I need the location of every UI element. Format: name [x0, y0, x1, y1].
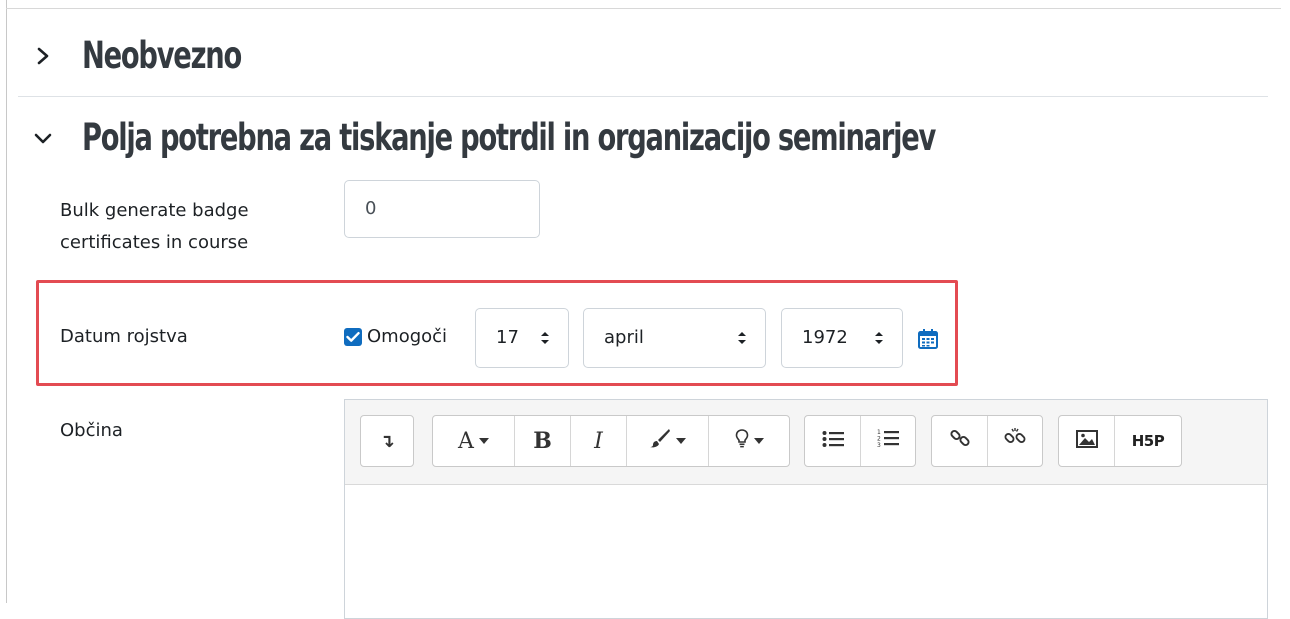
day-select[interactable]: 17 — [475, 308, 569, 368]
section-title-certificates[interactable]: Polja potrebna za tiskanje potrdil in or… — [82, 116, 936, 159]
link-icon — [949, 427, 971, 455]
collapse-button[interactable]: ↴ — [361, 416, 413, 466]
month-select[interactable]: april — [583, 308, 766, 368]
enable-checkbox[interactable] — [344, 327, 362, 346]
municipality-label: Občina — [60, 420, 123, 441]
section-header-optional[interactable]: Neobvezno — [32, 34, 276, 77]
font-icon: A — [458, 428, 474, 454]
enable-toggle[interactable]: Omogoči — [344, 326, 447, 347]
toolbar-group-links — [931, 415, 1043, 467]
italic-button[interactable]: I — [571, 416, 627, 466]
caret-down-icon — [478, 438, 489, 444]
select-arrows-icon — [540, 309, 550, 367]
italic-icon: I — [594, 428, 603, 454]
year-select[interactable]: 1972 — [781, 308, 903, 368]
municipality-editor[interactable]: ↴ A B I 1 2 3 H5P — [344, 399, 1268, 619]
toolbar-group-media: H5P — [1058, 415, 1182, 467]
section-header-certificates[interactable]: Polja potrebna za tiskanje potrdil in or… — [32, 116, 1122, 159]
section-divider — [18, 96, 1268, 97]
toolbar-group-format: A B I — [432, 415, 790, 467]
bold-button[interactable]: B — [515, 416, 571, 466]
highlight-button[interactable] — [709, 416, 789, 466]
h5p-icon: H5P — [1131, 432, 1165, 450]
collapse-icon: ↴ — [379, 430, 395, 452]
numbered-list-button[interactable]: 123 — [861, 416, 915, 466]
link-button[interactable] — [932, 416, 988, 466]
numbered-list-icon: 123 — [877, 428, 899, 454]
calendar-icon[interactable] — [917, 328, 939, 350]
text-color-button[interactable] — [627, 416, 709, 466]
enable-label[interactable]: Omogoči — [367, 326, 447, 347]
bold-icon: B — [533, 428, 552, 454]
frame-left-border — [6, 0, 7, 603]
chevron-right-icon[interactable] — [32, 45, 54, 67]
bulk-badge-label-line1: Bulk generate badge — [60, 200, 249, 221]
bulk-badge-label: Bulk generate badge certificates in cour… — [60, 196, 249, 258]
unlink-icon — [1004, 427, 1026, 455]
toolbar-group-collapse: ↴ — [360, 415, 414, 467]
day-value: 17 — [496, 327, 519, 348]
select-arrows-icon — [874, 309, 884, 367]
unlink-button[interactable] — [988, 416, 1042, 466]
toolbar-group-lists: 123 — [804, 415, 916, 467]
year-value: 1972 — [802, 327, 848, 348]
image-button[interactable] — [1059, 416, 1115, 466]
chevron-down-icon[interactable] — [32, 127, 54, 149]
frame-top-border — [6, 8, 1281, 9]
section-title-optional[interactable]: Neobvezno — [82, 34, 242, 77]
caret-down-icon — [676, 438, 686, 444]
editor-toolbar: ↴ A B I 1 2 3 H5P — [345, 400, 1267, 485]
image-icon — [1075, 429, 1098, 454]
bulk-badge-input[interactable]: 0 — [344, 180, 540, 238]
birth-date-label: Datum rojstva — [60, 326, 188, 347]
font-button[interactable]: A — [433, 416, 515, 466]
lightbulb-icon — [735, 428, 749, 454]
svg-text:3: 3 — [877, 442, 881, 448]
paintbrush-icon — [649, 428, 671, 454]
month-value: april — [604, 327, 644, 348]
bulk-badge-label-line2: certificates in course — [60, 232, 249, 253]
caret-down-icon — [753, 438, 764, 444]
select-arrows-icon — [737, 309, 747, 367]
bullet-list-icon — [822, 429, 844, 454]
bullet-list-button[interactable] — [805, 416, 861, 466]
h5p-button[interactable]: H5P — [1115, 416, 1181, 466]
